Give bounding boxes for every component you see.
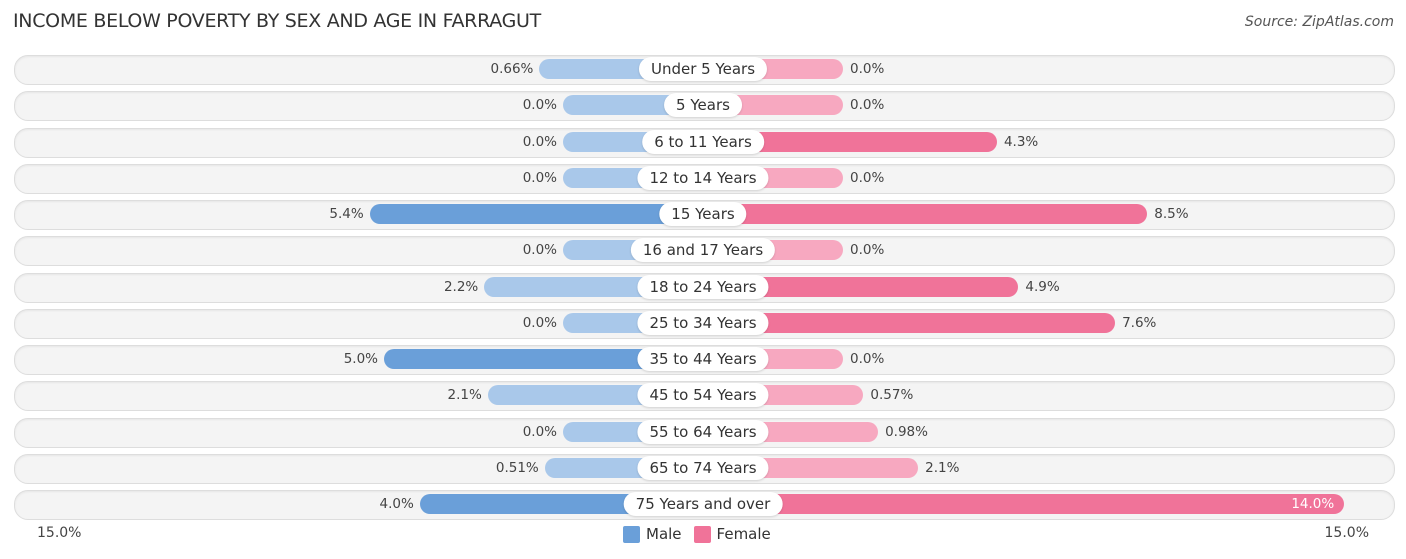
value-label-male: 5.4%	[329, 206, 364, 222]
category-label: 16 and 17 Years	[630, 238, 776, 263]
value-label-male: 5.0%	[343, 351, 378, 367]
value-label-male: 0.0%	[522, 242, 557, 259]
value-label-male: 0.51%	[495, 459, 539, 476]
value-label-female: 0.0%	[850, 351, 885, 367]
value-label-female: 0.57%	[870, 387, 914, 404]
legend-item-male: Male	[623, 525, 682, 543]
value-label-female: 8.5%	[1154, 206, 1189, 222]
value-label-female: 14.0%	[1291, 496, 1335, 512]
value-label-female: 4.3%	[1003, 133, 1039, 150]
value-label-male: 2.1%	[447, 387, 482, 404]
category-label: 6 to 11 Years	[642, 129, 764, 154]
legend-label-male: Male	[646, 525, 682, 543]
category-label: 75 Years and over	[623, 492, 783, 516]
value-label-female: 0.98%	[885, 423, 928, 440]
value-label-male: 4.0%	[379, 496, 414, 512]
value-label-female: 4.9%	[1025, 278, 1060, 295]
value-label-female: 7.6%	[1122, 314, 1157, 331]
category-label: 12 to 14 Years	[637, 165, 769, 190]
chart-title: INCOME BELOW POVERTY BY SEX AND AGE IN F…	[13, 10, 541, 32]
category-label: 45 to 54 Years	[637, 383, 769, 408]
legend-item-female: Female	[693, 525, 771, 543]
value-label-female: 0.0%	[850, 169, 885, 186]
legend: Male Female	[623, 525, 783, 543]
bar-female	[703, 204, 1148, 224]
source-label: Source: ZipAtlas.com	[1244, 14, 1394, 30]
bar-male	[369, 204, 703, 224]
value-label-male: 2.2%	[443, 278, 479, 295]
category-label: 25 to 34 Years	[637, 310, 769, 335]
value-label-female: 0.0%	[850, 61, 885, 77]
value-label-male: 0.0%	[522, 133, 557, 150]
value-label-male: 0.0%	[522, 423, 557, 440]
value-label-female: 2.1%	[925, 459, 960, 476]
category-label: 35 to 44 Years	[637, 347, 769, 371]
legend-swatch-female	[693, 525, 711, 543]
value-label-male: 0.0%	[522, 97, 557, 114]
value-label-female: 0.0%	[850, 97, 885, 114]
value-label-male: 0.66%	[490, 61, 534, 77]
bar-female	[703, 494, 1345, 514]
axis-left-label: 15.0%	[37, 525, 82, 541]
axis-right-label: 15.0%	[1324, 525, 1369, 541]
category-label: 15 Years	[659, 202, 747, 226]
legend-swatch-male	[623, 525, 640, 543]
value-label-male: 0.0%	[522, 169, 557, 186]
category-label: 5 Years	[664, 93, 742, 118]
category-label: 65 to 74 Years	[637, 455, 769, 480]
category-label: Under 5 Years	[638, 57, 768, 81]
category-label: 18 to 24 Years	[637, 274, 769, 299]
value-label-female: 0.0%	[850, 242, 885, 259]
category-label: 55 to 64 Years	[637, 419, 769, 444]
value-label-male: 0.0%	[522, 314, 557, 331]
legend-label-female: Female	[716, 525, 771, 543]
